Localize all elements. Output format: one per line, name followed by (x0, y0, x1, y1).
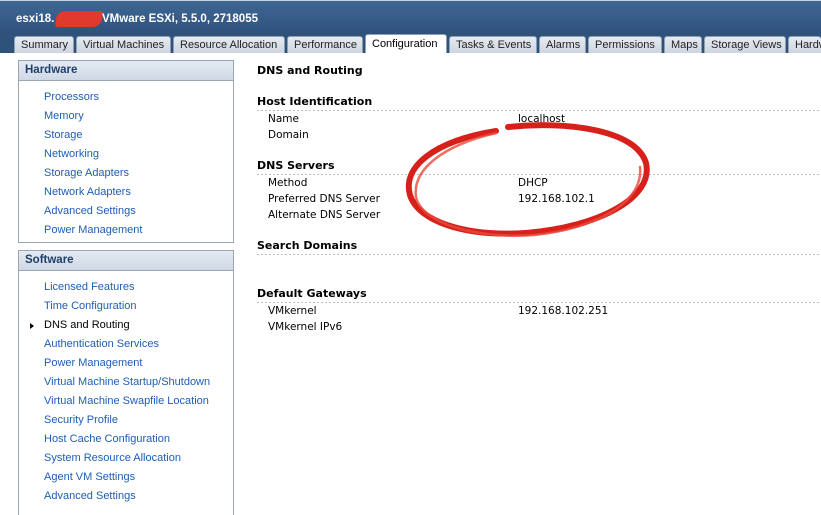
section-heading: Host Identification (257, 95, 373, 108)
hardware-item-network-adapters[interactable]: Network Adapters (19, 183, 233, 202)
window-title-bar: esxi18. VMware ESXi, 5.5.0, 2718055 (0, 0, 821, 33)
vmkernel-ipv6-row: VMkernel IPv6 (257, 319, 821, 335)
software-link[interactable]: Security Profile (44, 414, 118, 426)
software-link[interactable]: Power Management (44, 357, 142, 369)
tab-virtual-machines[interactable]: Virtual Machines (76, 36, 171, 53)
software-link[interactable]: Advanced Settings (44, 490, 136, 502)
software-item-authentication-services[interactable]: Authentication Services (19, 335, 233, 354)
tab-summary[interactable]: Summary (14, 36, 74, 53)
software-item-time-configuration[interactable]: Time Configuration (19, 297, 233, 316)
hardware-link[interactable]: Advanced Settings (44, 205, 136, 217)
domain-label: Domain (268, 129, 309, 141)
software-item-agent-vm-settings[interactable]: Agent VM Settings (19, 468, 233, 487)
hardware-item-networking[interactable]: Networking (19, 145, 233, 164)
software-link[interactable]: Virtual Machine Swapfile Location (44, 395, 209, 407)
vmkernel-row: VMkernel 192.168.102.251 (257, 303, 821, 319)
software-link[interactable]: Virtual Machine Startup/Shutdown (44, 376, 210, 388)
alternate-dns-label: Alternate DNS Server (268, 209, 381, 221)
software-link[interactable]: Agent VM Settings (44, 471, 135, 483)
vmkernel-value: 192.168.102.251 (518, 305, 609, 317)
software-link[interactable]: Authentication Services (44, 338, 159, 350)
method-label: Method (268, 177, 308, 189)
section-divider (257, 254, 821, 255)
software-item-power-management[interactable]: Power Management (19, 354, 233, 373)
preferred-dns-row: Preferred DNS Server 192.168.102.1 (257, 191, 821, 207)
tab-configuration[interactable]: Configuration (365, 34, 447, 53)
window-title: VMware ESXi, 5.5.0, 2718055 (102, 13, 258, 25)
name-row: Name localhost (257, 111, 821, 127)
name-label: Name (268, 113, 299, 125)
tab-tasks-events[interactable]: Tasks & Events (449, 36, 537, 53)
tab-hardware-status[interactable]: Hardw (788, 36, 821, 53)
redaction-mark (54, 11, 104, 27)
software-link[interactable]: Time Configuration (44, 300, 137, 312)
hardware-item-storage-adapters[interactable]: Storage Adapters (19, 164, 233, 183)
tab-performance[interactable]: Performance (287, 36, 363, 53)
hardware-link[interactable]: Storage Adapters (44, 167, 129, 179)
software-item-dns-and-routing[interactable]: DNS and Routing (19, 316, 233, 335)
page-title: DNS and Routing (257, 64, 363, 77)
hardware-link[interactable]: Storage (44, 129, 83, 141)
software-item-host-cache-configuration[interactable]: Host Cache Configuration (19, 430, 233, 449)
tab-alarms[interactable]: Alarms (539, 36, 586, 53)
hardware-link[interactable]: Networking (44, 148, 99, 160)
name-value: localhost (518, 113, 566, 125)
dns-routing-details: DNS and Routing Host Identification Name… (257, 53, 821, 515)
software-item-licensed-features[interactable]: Licensed Features (19, 278, 233, 297)
software-link[interactable]: Licensed Features (44, 281, 135, 293)
section-heading: DNS Servers (257, 159, 335, 172)
software-link[interactable]: Host Cache Configuration (44, 433, 170, 445)
software-item-advanced-settings[interactable]: Advanced Settings (19, 487, 233, 506)
method-row: Method DHCP (257, 175, 821, 191)
preferred-dns-value: 192.168.102.1 (518, 193, 595, 205)
host-name-prefix: esxi18. (16, 13, 55, 25)
domain-row: Domain (257, 127, 821, 143)
selected-arrow-icon (30, 323, 34, 329)
tab-storage-views[interactable]: Storage Views (704, 36, 786, 53)
software-item-system-resource-allocation[interactable]: System Resource Allocation (19, 449, 233, 468)
section-heading: Default Gateways (257, 287, 367, 300)
hardware-item-power-management[interactable]: Power Management (19, 221, 233, 240)
hardware-item-advanced-settings[interactable]: Advanced Settings (19, 202, 233, 221)
software-list: Licensed Features Time Configuration DNS… (19, 271, 233, 506)
preferred-dns-label: Preferred DNS Server (268, 193, 380, 205)
host-identification-section: Host Identification Name localhost Domai… (257, 94, 821, 143)
software-item-vm-swapfile-location[interactable]: Virtual Machine Swapfile Location (19, 392, 233, 411)
hardware-link[interactable]: Network Adapters (44, 186, 131, 198)
alternate-dns-row: Alternate DNS Server (257, 207, 821, 223)
method-value: DHCP (518, 177, 548, 189)
section-heading: Search Domains (257, 239, 358, 252)
software-link[interactable]: System Resource Allocation (44, 452, 181, 464)
software-header: Software (19, 251, 233, 271)
tab-strip: Summary Virtual Machines Resource Alloca… (0, 33, 821, 53)
hardware-item-memory[interactable]: Memory (19, 107, 233, 126)
hardware-header: Hardware (19, 61, 233, 81)
hardware-link[interactable]: Power Management (44, 224, 142, 236)
tab-resource-allocation[interactable]: Resource Allocation (173, 36, 285, 53)
search-domains-section: Search Domains (257, 238, 821, 255)
software-item-vm-startup-shutdown[interactable]: Virtual Machine Startup/Shutdown (19, 373, 233, 392)
software-link-selected[interactable]: DNS and Routing (44, 319, 130, 331)
software-item-security-profile[interactable]: Security Profile (19, 411, 233, 430)
hardware-item-processors[interactable]: Processors (19, 88, 233, 107)
hardware-list: Processors Memory Storage Networking Sto… (19, 81, 233, 240)
configuration-content: Hardware Processors Memory Storage Netwo… (0, 53, 821, 515)
tab-permissions[interactable]: Permissions (588, 36, 662, 53)
vmkernel-ipv6-label: VMkernel IPv6 (268, 321, 343, 333)
hardware-panel: Hardware Processors Memory Storage Netwo… (18, 60, 234, 243)
tab-maps[interactable]: Maps (664, 36, 702, 53)
vmkernel-label: VMkernel (268, 305, 317, 317)
default-gateways-section: Default Gateways VMkernel 192.168.102.25… (257, 286, 821, 335)
hardware-link[interactable]: Memory (44, 110, 84, 122)
software-panel: Software Licensed Features Time Configur… (18, 250, 234, 515)
hardware-item-storage[interactable]: Storage (19, 126, 233, 145)
dns-servers-section: DNS Servers Method DHCP Preferred DNS Se… (257, 158, 821, 223)
hardware-link[interactable]: Processors (44, 91, 99, 103)
